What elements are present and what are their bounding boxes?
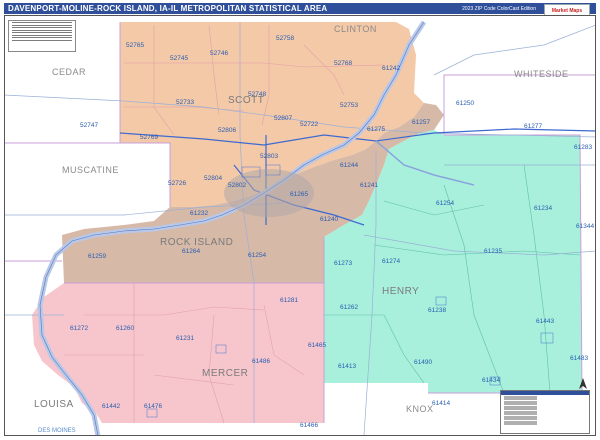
zip-label[interactable]: 61254 <box>248 252 266 259</box>
zip-label[interactable]: 61240 <box>320 216 338 223</box>
zip-label[interactable]: 61234 <box>534 205 552 212</box>
county-henry: HENRY <box>382 286 419 297</box>
zip-label[interactable]: 61414 <box>432 400 450 407</box>
zip-label[interactable]: 61265 <box>290 191 308 198</box>
zip-label[interactable]: 61262 <box>340 304 358 311</box>
index-row <box>12 22 72 24</box>
county-cedar: CEDAR <box>52 67 86 77</box>
zip-label[interactable]: 61250 <box>456 100 474 107</box>
county-knox: KNOX <box>406 404 434 414</box>
zip-label[interactable]: 61465 <box>308 342 326 349</box>
zip-label[interactable]: 52733 <box>176 99 194 106</box>
legend-row <box>504 411 586 415</box>
zip-label[interactable]: 61490 <box>414 359 432 366</box>
legend-row <box>504 396 586 400</box>
zip-label[interactable]: 52753 <box>340 102 358 109</box>
legend-header <box>501 391 589 395</box>
zip-label[interactable]: 52747 <box>80 122 98 129</box>
index-row <box>12 29 72 31</box>
county-mercer: MERCER <box>202 368 248 379</box>
county-rock-island: ROCK ISLAND <box>160 237 233 248</box>
title-bar: DAVENPORT-MOLINE-ROCK ISLAND, IA-IL METR… <box>4 3 596 18</box>
zip-label[interactable]: 61274 <box>382 258 400 265</box>
zip-index-legend <box>8 20 76 52</box>
zip-label[interactable]: 61344 <box>576 223 594 230</box>
zip-label[interactable]: 61476 <box>144 403 162 410</box>
zip-label[interactable]: 52758 <box>276 35 294 42</box>
zip-label[interactable]: 61260 <box>116 325 134 332</box>
zip-label[interactable]: 52745 <box>170 55 188 62</box>
north-arrow-icon <box>579 378 587 389</box>
zip-label[interactable]: 61466 <box>300 422 318 429</box>
legend-row <box>504 406 586 410</box>
zip-label[interactable]: 61277 <box>524 123 542 130</box>
zip-label[interactable]: 61413 <box>338 363 356 370</box>
zip-label[interactable]: 61254 <box>436 200 454 207</box>
zip-label[interactable]: 61283 <box>574 144 592 151</box>
zip-label[interactable]: 61264 <box>182 248 200 255</box>
map-legend <box>500 390 590 434</box>
zip-label[interactable]: 52802 <box>228 182 246 189</box>
index-row <box>12 37 72 39</box>
zip-label[interactable]: 61483 <box>570 355 588 362</box>
zip-label[interactable]: 61486 <box>252 358 270 365</box>
zip-label[interactable]: 52726 <box>168 180 186 187</box>
legend-row <box>504 401 586 405</box>
map-sheet: DAVENPORT-MOLINE-ROCK ISLAND, IA-IL METR… <box>0 0 600 440</box>
zip-label[interactable]: 61244 <box>340 162 358 169</box>
zip-label[interactable]: 52765 <box>126 42 144 49</box>
zip-label[interactable]: 52769 <box>140 134 158 141</box>
zip-label[interactable]: 61434 <box>482 377 500 384</box>
zip-label[interactable]: 52803 <box>260 153 278 160</box>
logo-text: Market Maps <box>551 8 583 14</box>
zip-label[interactable]: 61235 <box>484 248 502 255</box>
zip-label[interactable]: 52806 <box>218 127 236 134</box>
zip-label[interactable]: 61241 <box>360 182 378 189</box>
zip-label[interactable]: 52746 <box>210 50 228 57</box>
zip-label[interactable]: 61442 <box>102 403 120 410</box>
zip-label[interactable]: 52804 <box>204 175 222 182</box>
zip-label[interactable]: 61281 <box>280 297 298 304</box>
zip-label[interactable]: 52807 <box>274 115 292 122</box>
zip-label[interactable]: 61238 <box>428 307 446 314</box>
zip-label[interactable]: 52768 <box>334 60 352 67</box>
zip-label[interactable]: 61272 <box>70 325 88 332</box>
zip-label[interactable]: 61259 <box>88 253 106 260</box>
zip-label[interactable]: 61231 <box>176 335 194 342</box>
county-des-moines: DES MOINES <box>38 428 76 434</box>
index-row <box>12 39 72 41</box>
legend-row <box>504 416 586 420</box>
legend-row <box>504 421 586 425</box>
zip-label[interactable]: 61275 <box>367 126 385 133</box>
zip-label[interactable]: 61232 <box>190 210 208 217</box>
index-row <box>12 34 72 36</box>
zip-label[interactable]: 52748 <box>248 91 266 98</box>
zip-label[interactable]: 61443 <box>536 318 554 325</box>
index-row <box>12 27 72 29</box>
index-row <box>12 24 72 26</box>
zip-map[interactable]: CEDAR CLINTON WHITESIDE MUSCATINE SCOTT … <box>4 15 596 436</box>
county-whiteside: WHITESIDE <box>514 69 569 79</box>
zip-label[interactable]: 61257 <box>412 119 430 126</box>
county-clinton: CLINTON <box>334 24 377 34</box>
index-row <box>12 32 72 34</box>
county-louisa: LOUISA <box>34 399 74 410</box>
zip-label[interactable]: 61273 <box>334 260 352 267</box>
zip-label[interactable]: 52722 <box>300 121 318 128</box>
zip-label[interactable]: 61242 <box>382 65 400 72</box>
map-title: DAVENPORT-MOLINE-ROCK ISLAND, IA-IL METR… <box>8 4 328 13</box>
county-muscatine: MUSCATINE <box>62 165 119 175</box>
